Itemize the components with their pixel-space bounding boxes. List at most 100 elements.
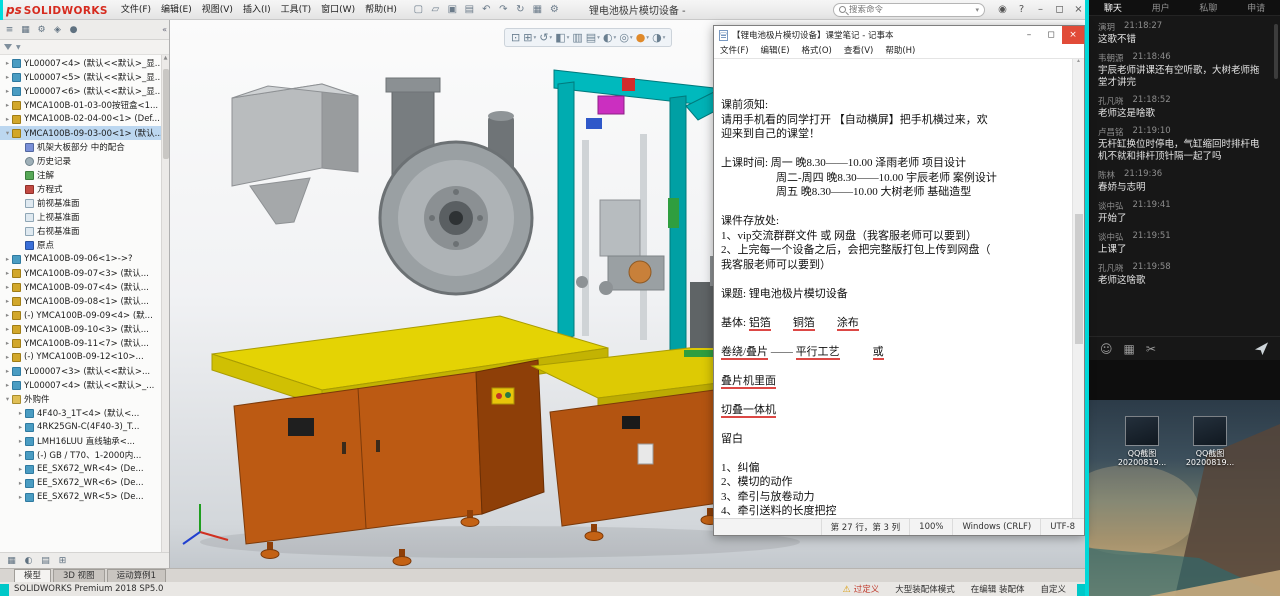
- tree-item[interactable]: ▸ (-) YMCA100B-09-12<10>...: [0, 350, 161, 364]
- hide-tree-pane-icon[interactable]: ▦: [4, 553, 19, 568]
- expand-icon[interactable]: ▸: [3, 353, 12, 361]
- hide-show-items-dropdown-icon[interactable]: ▾: [630, 35, 633, 41]
- menu-item-4[interactable]: 工具(T): [276, 0, 317, 20]
- expand-icon[interactable]: ▸: [3, 311, 12, 319]
- menu-item-5[interactable]: 窗口(W): [316, 0, 360, 20]
- tree-item[interactable]: ▾ YMCA100B-09-03-00<1> (默认...: [0, 126, 161, 140]
- edit-appearance-icon[interactable]: ● ▾: [636, 31, 649, 44]
- expand-icon[interactable]: ▸: [16, 409, 25, 417]
- expand-icon[interactable]: ▸: [16, 423, 25, 431]
- notepad-scrollbar[interactable]: ▲: [1072, 59, 1084, 518]
- tree-item[interactable]: ▸ YMCA100B-01-03-00按钮盒<1...: [0, 98, 161, 112]
- file-properties-icon[interactable]: ▦: [529, 2, 546, 17]
- tree-item[interactable]: ▸ 4RK25GN-C(4F40-3)_T...: [0, 420, 161, 434]
- doc-tab-2[interactable]: 运动算例1: [106, 569, 167, 582]
- emoji-icon[interactable]: ☺: [1100, 343, 1113, 355]
- displaymanager-tab-icon[interactable]: ●: [66, 22, 81, 37]
- expand-icon[interactable]: ▸: [3, 297, 12, 305]
- panel-collapse-icon[interactable]: «: [162, 25, 167, 34]
- menu-item-2[interactable]: 视图(V): [197, 0, 238, 20]
- tree-item[interactable]: ▸ YMCA100B-02-04-00<1> (Def...: [0, 112, 161, 126]
- notepad-menu-2[interactable]: 格式(O): [796, 44, 838, 58]
- notepad-restore-button[interactable]: ◻: [1040, 26, 1062, 44]
- display-pane-icon[interactable]: ◐: [21, 553, 36, 568]
- doc-tab-1[interactable]: 3D 视图: [53, 569, 105, 582]
- doc-tab-0[interactable]: 模型: [14, 569, 52, 582]
- expand-icon[interactable]: ▸: [16, 451, 25, 459]
- tree-item[interactable]: 原点: [0, 238, 161, 252]
- tree-item[interactable]: 前视基准面: [0, 196, 161, 210]
- notepad-scroll-up-icon[interactable]: ▲: [1076, 59, 1081, 64]
- view-orientation-icon[interactable]: ▤ ▾: [586, 31, 600, 44]
- menu-item-1[interactable]: 编辑(E): [156, 0, 197, 20]
- appearance-pane-icon[interactable]: ▤: [38, 553, 53, 568]
- scroll-up-icon[interactable]: ▲: [164, 55, 168, 61]
- tree-item[interactable]: ▸ YL00007<4> (默认<<默认>_显...: [0, 56, 161, 70]
- rebuild-icon[interactable]: ↻: [512, 2, 529, 17]
- filter-dropdown-icon[interactable]: ▼: [16, 44, 21, 51]
- tree-item[interactable]: ▸ YMCA100B-09-11<7> (默认...: [0, 336, 161, 350]
- print-document-icon[interactable]: ▤: [461, 2, 478, 17]
- tree-item[interactable]: ▾ 外购件: [0, 392, 161, 406]
- chat-scroll-thumb[interactable]: [1274, 24, 1278, 79]
- sign-in-icon[interactable]: ◉: [993, 0, 1012, 20]
- expand-icon[interactable]: ▸: [3, 101, 12, 109]
- chat-tab-0[interactable]: 聊天: [1104, 1, 1122, 14]
- command-search[interactable]: ▾: [833, 2, 985, 17]
- split-pane-icon[interactable]: ⊞: [55, 553, 70, 568]
- expand-icon[interactable]: ▸: [16, 437, 25, 445]
- expand-icon[interactable]: ▸: [3, 59, 12, 67]
- tree-item[interactable]: ▸ YL00007<6> (默认<<默认>_显...: [0, 84, 161, 98]
- expand-icon[interactable]: ▸: [3, 367, 12, 375]
- expand-icon[interactable]: ▸: [3, 115, 12, 123]
- notepad-close-button[interactable]: ×: [1062, 26, 1084, 44]
- expand-icon[interactable]: ▸: [16, 493, 25, 501]
- configurationmanager-tab-icon[interactable]: ⚙: [34, 22, 49, 37]
- tree-item[interactable]: ▸ LMH16LUU 直线轴承<...: [0, 434, 161, 448]
- tree-item[interactable]: ▸ YMCA100B-09-10<3> (默认...: [0, 322, 161, 336]
- annotation-visibility-icon[interactable]: ▥: [572, 31, 582, 44]
- propertymanager-tab-icon[interactable]: ▦: [18, 22, 33, 37]
- chat-input-area[interactable]: [1089, 360, 1280, 400]
- notepad-menu-4[interactable]: 帮助(H): [879, 44, 921, 58]
- desktop-icon-qq-screenshot[interactable]: QQ截图 20200819...: [1113, 416, 1171, 467]
- notepad-minimize-button[interactable]: –: [1018, 26, 1040, 44]
- tree-item[interactable]: ▸ EE_SX672_WR<4> (De...: [0, 462, 161, 476]
- expand-icon[interactable]: ▸: [3, 269, 12, 277]
- tree-item[interactable]: 注解: [0, 168, 161, 182]
- tree-item[interactable]: 历史记录: [0, 154, 161, 168]
- view-orientation-dropdown-icon[interactable]: ▾: [597, 35, 600, 41]
- minimize-button[interactable]: –: [1031, 0, 1050, 20]
- previous-view-icon[interactable]: ↺ ▾: [539, 31, 552, 44]
- collapse-icon[interactable]: ▾: [3, 129, 12, 137]
- notepad-menu-0[interactable]: 文件(F): [714, 44, 755, 58]
- new-document-icon[interactable]: ▢: [410, 2, 427, 17]
- view-settings-icon[interactable]: ◑ ▾: [652, 31, 665, 44]
- zoom-fit-icon[interactable]: ⊡: [511, 31, 520, 44]
- zoom-area-icon[interactable]: ⊞ ▾: [523, 31, 536, 44]
- tree-item[interactable]: ▸ YL00007<3> (默认<<默认>...: [0, 364, 161, 378]
- search-dropdown-icon[interactable]: ▾: [975, 6, 979, 14]
- send-message-button[interactable]: [1254, 341, 1269, 356]
- expand-icon[interactable]: ▸: [3, 283, 12, 291]
- notepad-scroll-thumb[interactable]: [1074, 214, 1083, 344]
- notepad-titlebar[interactable]: 【锂电池极片模切设备】课堂笔记 - 记事本 – ◻ ×: [714, 26, 1084, 44]
- customize-menu[interactable]: 自定义: [1040, 583, 1066, 595]
- section-view-dropdown-icon[interactable]: ▾: [567, 35, 570, 41]
- desktop-icon-qq-screenshot[interactable]: QQ截图 20200819...: [1181, 416, 1239, 467]
- search-input[interactable]: [849, 4, 973, 15]
- expand-icon[interactable]: ▸: [16, 465, 25, 473]
- tree-item[interactable]: ▸ EE_SX672_WR<6> (De...: [0, 476, 161, 490]
- dimxpertmanager-tab-icon[interactable]: ◈: [50, 22, 65, 37]
- tree-item[interactable]: ▸ (-) GB / T70、1-2000内...: [0, 448, 161, 462]
- chat-tab-2[interactable]: 私聊: [1199, 1, 1217, 14]
- expand-icon[interactable]: ▸: [16, 479, 25, 487]
- collapse-icon[interactable]: ▾: [3, 395, 12, 403]
- hide-show-items-icon[interactable]: ◎ ▾: [619, 31, 632, 44]
- chat-tab-3[interactable]: 申请: [1247, 1, 1265, 14]
- expand-icon[interactable]: ▸: [3, 381, 12, 389]
- display-style-dropdown-icon[interactable]: ▾: [614, 35, 617, 41]
- notepad-text-area[interactable]: 课前须知: 请用手机看的同学打开 【自动横屏】把手机横过来，欢 迎来到自己的课堂！ 上…: [714, 59, 1084, 518]
- image-icon[interactable]: ▦: [1124, 343, 1135, 355]
- restore-button[interactable]: ◻: [1050, 0, 1069, 20]
